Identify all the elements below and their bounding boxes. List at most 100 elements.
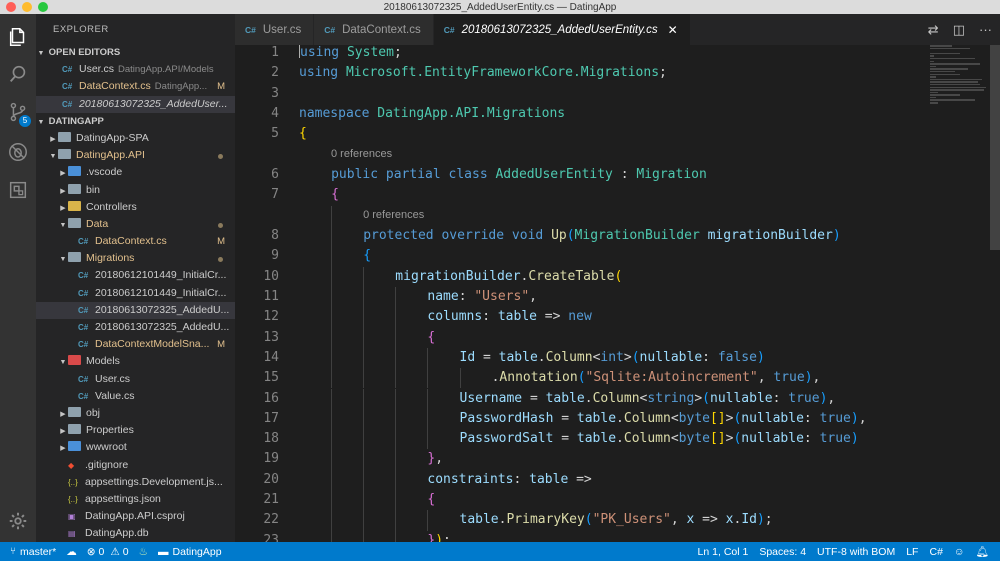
code-token: int (600, 349, 624, 365)
file-item[interactable]: ▣ DatingApp.API.csproj (36, 508, 235, 525)
folder-item[interactable]: ▼ Data (36, 216, 235, 233)
search-activity-button[interactable] (0, 56, 36, 92)
minimize-window-button[interactable] (22, 2, 32, 12)
folder-item[interactable]: ▶ DatingApp-SPA (36, 130, 235, 147)
code-line[interactable]: }); (427, 531, 450, 542)
folder-item[interactable]: ▶ Controllers (36, 199, 235, 216)
open-changes-icon[interactable]: ⇄ (928, 22, 939, 38)
debug-activity-button[interactable] (0, 134, 36, 170)
file-item[interactable]: ▤ DatingApp.db (36, 525, 235, 542)
file-item[interactable]: C# Value.cs (36, 388, 235, 405)
file-item[interactable]: C# 20180612101449_InitialCr... (36, 267, 235, 284)
line-number: 11 (263, 289, 279, 304)
folder-item[interactable]: ▼ DatingApp.API (36, 147, 235, 164)
code-line[interactable]: Id = table.Column<int>(nullable: false) (460, 348, 765, 368)
cursor-position[interactable]: Ln 1, Col 1 (698, 546, 749, 558)
folder-item[interactable]: ▼ Models (36, 353, 235, 370)
indentation[interactable]: Spaces: 4 (759, 546, 806, 558)
code-line[interactable]: { (331, 185, 339, 205)
code-line[interactable]: .Annotation("Sqlite:Autoincrement", true… (492, 368, 821, 388)
code-line[interactable]: protected override void Up(MigrationBuil… (363, 226, 840, 246)
line-endings[interactable]: LF (906, 546, 918, 558)
extensions-activity-button[interactable] (0, 172, 36, 208)
file-item[interactable]: C# 20180613072325_AddedU... (36, 319, 235, 336)
file-item[interactable]: C# User.cs (36, 371, 235, 388)
file-item[interactable]: C# 20180613072325_AddedU... (36, 301, 235, 319)
settings-button[interactable] (0, 503, 36, 539)
code-line[interactable]: table.PrimaryKey("PK_Users", x => x.Id); (460, 510, 773, 530)
project-label: DATINGAPP (48, 115, 104, 127)
editor-tab[interactable]: C# DataContext.cs (314, 14, 434, 45)
feedback-icon[interactable]: ☺ (954, 546, 965, 558)
source-control-activity-button[interactable]: 5 (0, 94, 36, 130)
modified-badge: M (217, 339, 225, 351)
editor-tab[interactable]: C# 20180613072325_AddedUserEntity.cs ✕ (433, 14, 691, 45)
flame-button[interactable]: ♨ (139, 546, 148, 558)
file-encoding[interactable]: UTF-8 with BOM (817, 546, 895, 558)
explorer-activity-button[interactable] (0, 19, 36, 55)
code-line[interactable]: columns: table => new (427, 307, 591, 327)
code-line[interactable]: PasswordSalt = table.Column<byte[]>(null… (460, 429, 859, 449)
minimap[interactable] (930, 45, 990, 115)
folder-item[interactable]: ▼ Migrations (36, 250, 235, 267)
code-token: public (331, 167, 379, 182)
sync-button[interactable]: ☁ (66, 546, 77, 558)
close-window-button[interactable] (6, 2, 16, 12)
editor-scrollbar[interactable] (990, 45, 1000, 250)
code-line[interactable]: name: "Users", (427, 287, 537, 307)
line-number: 20 (263, 471, 279, 487)
file-item[interactable]: C# DataContext.cs M (36, 233, 235, 250)
open-editor-item[interactable]: C# DataContext.cs DatingApp... M (36, 78, 235, 95)
file-item[interactable]: ◆ .gitignore (36, 457, 235, 474)
line-number: 13 (263, 329, 279, 345)
line-number: 15 (263, 370, 279, 386)
folder-item[interactable]: ▶ wwwroot (36, 439, 235, 456)
folder-item[interactable]: ▶ Properties (36, 422, 235, 439)
code-line[interactable]: public partial class AddedUserEntity : M… (331, 165, 707, 185)
close-tab-icon[interactable]: ✕ (668, 23, 678, 37)
line-number: 17 (263, 410, 279, 426)
code-line[interactable]: constraints: table => (427, 470, 591, 490)
code-token: void (511, 228, 544, 244)
zoom-window-button[interactable] (38, 2, 48, 12)
code-lens-references[interactable]: 0 references (363, 209, 424, 221)
code-line[interactable]: migrationBuilder.CreateTable( (395, 267, 622, 287)
language-mode[interactable]: C# (929, 546, 942, 558)
code-line[interactable]: namespace DatingApp.API.Migrations (299, 104, 565, 124)
split-editor-icon[interactable]: ◫ (953, 22, 965, 38)
open-editor-item[interactable]: C# User.cs DatingApp.API/Models (36, 61, 235, 78)
branch-indicator[interactable]: ⑂ master* (10, 546, 56, 558)
code-token: table (459, 512, 499, 528)
file-item[interactable]: {..} appsettings.json (36, 491, 235, 508)
code-line[interactable]: { (363, 246, 371, 266)
status-right: Ln 1, Col 1 Spaces: 4 UTF-8 with BOM LF … (698, 542, 1000, 561)
indent-guide (427, 388, 429, 409)
code-line[interactable]: }, (427, 449, 443, 469)
editor-tab[interactable]: C# User.cs (235, 14, 315, 45)
code-line[interactable]: { (427, 490, 435, 510)
folder-item[interactable]: ▶ .vscode (36, 164, 235, 181)
code-line[interactable]: PasswordHash = table.Column<byte[]>(null… (460, 409, 867, 429)
project-indicator[interactable]: ▬ DatingApp (158, 546, 222, 558)
file-item[interactable]: C# 20180612101449_InitialCr... (36, 285, 235, 302)
code-line[interactable]: { (427, 328, 435, 348)
chevron-right-icon: ▶ (60, 204, 66, 212)
project-header[interactable]: ▼ DATINGAPP (36, 113, 235, 130)
open-editors-header[interactable]: ▼ OPEN EDITORS (36, 44, 235, 61)
notifications-icon[interactable]: 🔔︎ (976, 545, 989, 558)
code-line[interactable]: using Microsoft.EntityFrameworkCore.Migr… (299, 63, 667, 83)
code-line[interactable]: using System; (299, 45, 402, 63)
more-actions-icon[interactable]: ··· (979, 22, 992, 37)
file-item[interactable]: {..} appsettings.Development.js... (36, 474, 235, 491)
open-editor-item[interactable]: C# 20180613072325_AddedUser... (36, 95, 235, 113)
indent-guide (363, 287, 365, 308)
code-line[interactable]: Username = table.Column<string>(nullable… (460, 389, 836, 409)
file-item[interactable]: C# DataContextModelSna... M (36, 336, 235, 353)
indent-guide (331, 408, 333, 430)
folder-item[interactable]: ▶ obj (36, 405, 235, 422)
problems-indicator[interactable]: ⊗ 0 ⚠ 0 (87, 546, 129, 558)
code-line[interactable]: { (299, 124, 307, 144)
code-lens-references[interactable]: 0 references (331, 148, 392, 160)
folder-item[interactable]: ▶ bin (36, 182, 235, 199)
code-editor[interactable]: 1 using System; 2 using Microsoft.EntityFra… (235, 45, 1000, 542)
